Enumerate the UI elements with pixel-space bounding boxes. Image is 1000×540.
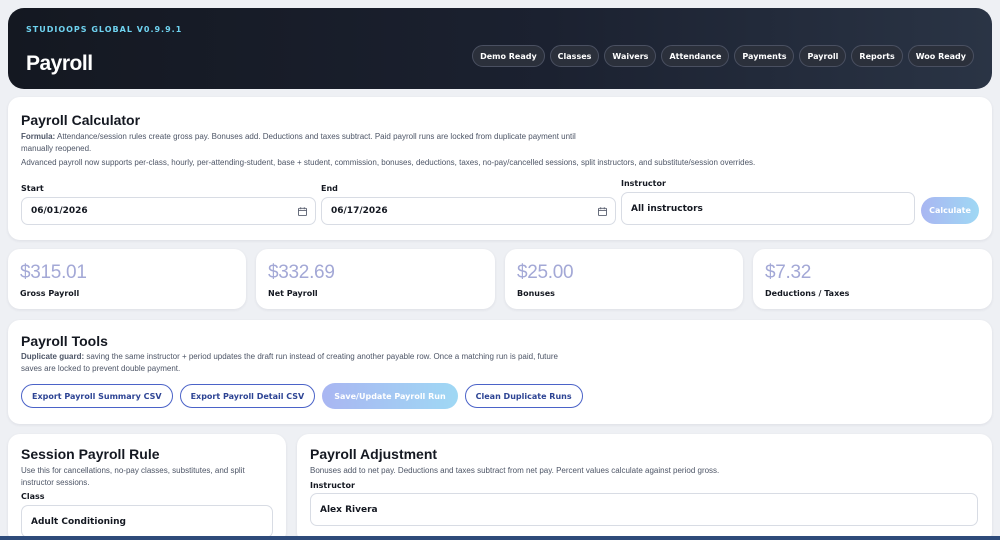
end-date-input[interactable]: 06/17/2026 xyxy=(321,197,616,225)
formula-lead: Formula: xyxy=(21,132,56,141)
end-date-value: 06/17/2026 xyxy=(331,206,388,216)
stat-label: Deductions / Taxes xyxy=(765,289,850,298)
stat-value: $7.32 xyxy=(765,262,812,283)
stat-value: $315.01 xyxy=(20,262,87,283)
page-title: Payroll xyxy=(26,52,93,75)
nav-demo-ready[interactable]: Demo Ready xyxy=(472,45,545,67)
class-select[interactable]: Adult Conditioning xyxy=(21,505,273,538)
page-header: STUDIOOPS GLOBAL V0.9.9.1 Payroll Demo R… xyxy=(8,8,992,89)
instructor-select[interactable]: All instructors xyxy=(621,192,915,225)
app-version: STUDIOOPS GLOBAL V0.9.9.1 xyxy=(26,25,183,34)
payroll-calculator-card: Payroll Calculator Formula: Attendance/s… xyxy=(8,97,992,240)
duplicate-guard-body: saving the same instructor + period upda… xyxy=(21,352,558,373)
start-label: Start xyxy=(21,184,44,193)
stat-value: $25.00 xyxy=(517,262,574,283)
payroll-adjustment-card: Payroll Adjustment Bonuses add to net pa… xyxy=(297,434,992,540)
class-select-value: Adult Conditioning xyxy=(31,516,126,527)
session-rule-desc: Use this for cancellations, no-pay class… xyxy=(21,466,245,487)
nav-waivers[interactable]: Waivers xyxy=(604,45,657,67)
calendar-icon[interactable] xyxy=(298,207,307,216)
instructor-select-value: All instructors xyxy=(631,203,703,214)
adjustment-instructor-label: Instructor xyxy=(310,481,355,490)
nav-woo-ready[interactable]: Woo Ready xyxy=(907,45,974,67)
calculator-title: Payroll Calculator xyxy=(21,112,141,128)
start-date-input[interactable]: 06/01/2026 xyxy=(21,197,316,225)
stat-value: $332.69 xyxy=(268,262,335,283)
tools-actions: Export Payroll Summary CSV Export Payrol… xyxy=(21,383,583,409)
nav-attendance[interactable]: Attendance xyxy=(661,45,730,67)
clean-duplicates-button[interactable]: Clean Duplicate Runs xyxy=(464,384,583,408)
session-payroll-rule-card: Session Payroll Rule Use this for cancel… xyxy=(8,434,286,540)
calendar-icon[interactable] xyxy=(598,207,607,216)
duplicate-guard-lead: Duplicate guard: xyxy=(21,352,85,361)
session-rule-title: Session Payroll Rule xyxy=(21,446,160,462)
adjustment-desc: Bonuses add to net pay. Deductions and t… xyxy=(310,466,720,475)
export-detail-button[interactable]: Export Payroll Detail CSV xyxy=(179,384,316,408)
tools-title: Payroll Tools xyxy=(21,333,108,349)
nav-classes[interactable]: Classes xyxy=(549,45,600,67)
end-label: End xyxy=(321,184,338,193)
stat-label: Net Payroll xyxy=(268,289,318,298)
advanced-payroll-note: Advanced payroll now supports per-class,… xyxy=(21,158,756,167)
formula-body: Attendance/session rules create gross pa… xyxy=(21,132,576,153)
stat-net-payroll: $332.69 Net Payroll xyxy=(256,249,495,309)
adjustment-instructor-select[interactable]: Alex Rivera xyxy=(310,493,978,526)
nav-payments[interactable]: Payments xyxy=(734,45,795,67)
stat-label: Bonuses xyxy=(517,289,555,298)
stat-gross-payroll: $315.01 Gross Payroll xyxy=(8,249,246,309)
start-date-value: 06/01/2026 xyxy=(31,206,88,216)
stat-bonuses: $25.00 Bonuses xyxy=(505,249,743,309)
save-payroll-run-button[interactable]: Save/Update Payroll Run xyxy=(322,383,458,409)
nav-reports[interactable]: Reports xyxy=(851,45,903,67)
class-label: Class xyxy=(21,492,45,501)
duplicate-guard-text: Duplicate guard: saving the same instruc… xyxy=(21,351,581,375)
bottom-edge-bar xyxy=(0,536,1000,540)
stat-deductions-taxes: $7.32 Deductions / Taxes xyxy=(753,249,992,309)
export-summary-button[interactable]: Export Payroll Summary CSV xyxy=(21,384,173,408)
top-nav: Demo Ready Classes Waivers Attendance Pa… xyxy=(472,45,974,67)
stat-label: Gross Payroll xyxy=(20,289,80,298)
adjustment-instructor-value: Alex Rivera xyxy=(320,504,378,515)
payroll-tools-card: Payroll Tools Duplicate guard: saving th… xyxy=(8,320,992,424)
formula-text: Formula: Attendance/session rules create… xyxy=(21,131,596,155)
instructor-label: Instructor xyxy=(621,179,666,188)
nav-payroll[interactable]: Payroll xyxy=(799,45,847,67)
calculate-button[interactable]: Calculate xyxy=(921,197,979,224)
adjustment-title: Payroll Adjustment xyxy=(310,446,438,462)
